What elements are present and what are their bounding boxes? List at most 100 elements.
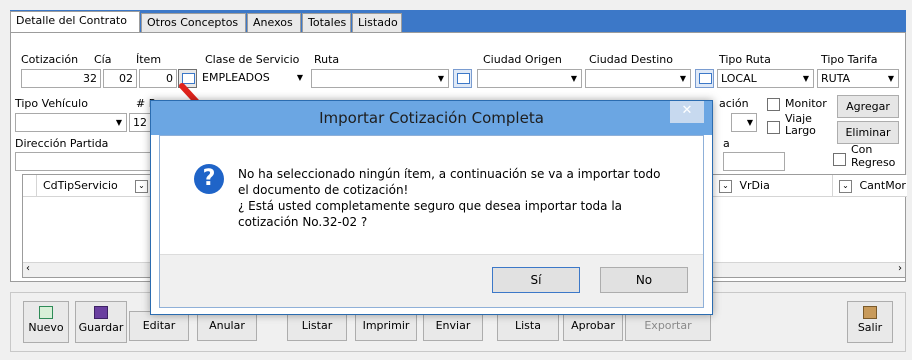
- aprobar-button[interactable]: Aprobar: [563, 311, 623, 341]
- imprimir-button[interactable]: Imprimir: [355, 311, 417, 341]
- exit-door-icon: [863, 306, 877, 319]
- ciudad-destino-picker-icon[interactable]: [695, 69, 714, 88]
- viaje-largo-label: Viaje Largo: [785, 112, 816, 137]
- import-confirmation-dialog: Importar Cotización Completa ✕ ? No ha s…: [150, 100, 713, 315]
- anular-label: Anular: [209, 319, 245, 332]
- lista-button[interactable]: Lista: [497, 311, 559, 341]
- chevron-down-icon: ▼: [437, 74, 444, 83]
- tab-strip: Detalle del Contrato Otros Conceptos Ane…: [10, 10, 906, 33]
- tipo-ruta-select[interactable]: LOCAL ▼: [717, 69, 814, 88]
- imprimir-label: Imprimir: [362, 319, 410, 332]
- chevron-down-icon: ▼: [115, 118, 122, 127]
- scroll-right-icon[interactable]: ›: [898, 263, 902, 274]
- dialog-title: Importar Cotización Completa: [319, 109, 544, 127]
- tab-detalle-contrato[interactable]: Detalle del Contrato: [10, 11, 140, 33]
- item-input[interactable]: 0: [139, 69, 177, 88]
- chevron-down-icon[interactable]: ⌄: [719, 179, 732, 193]
- cia-label: Cía: [94, 53, 112, 66]
- message-line: cotización No.32-02 ?: [238, 215, 368, 229]
- tab-anexos[interactable]: Anexos: [247, 13, 301, 32]
- tipo-ruta-label: Tipo Ruta: [719, 53, 771, 66]
- monitor-label: Monitor: [785, 97, 827, 110]
- ciudad-origen-select[interactable]: ▼: [477, 69, 582, 88]
- editar-label: Editar: [142, 319, 176, 332]
- cotizacion-label: Cotización: [21, 53, 79, 66]
- tab-otros-conceptos[interactable]: Otros Conceptos: [141, 13, 246, 32]
- chevron-down-icon: ▼: [887, 74, 894, 83]
- yes-button[interactable]: Sí: [492, 267, 580, 293]
- message-line: ¿ Está usted completamente seguro que de…: [238, 199, 623, 213]
- dialog-footer: Sí No: [160, 254, 703, 307]
- salir-button[interactable]: Salir: [847, 301, 893, 343]
- aprobar-label: Aprobar: [571, 319, 615, 332]
- programacion-label-partial: ación: [719, 97, 749, 110]
- cia-input[interactable]: 02: [103, 69, 137, 88]
- new-document-icon: [39, 306, 53, 319]
- enviar-label: Enviar: [435, 319, 471, 332]
- save-disk-icon: [94, 306, 108, 319]
- ruta-picker-icon[interactable]: [453, 69, 472, 88]
- field-label-partial: a: [723, 137, 730, 150]
- chevron-down-icon: ▼: [746, 118, 753, 127]
- ciudad-destino-label: Ciudad Destino: [589, 53, 673, 66]
- listar-label: Listar: [301, 319, 333, 332]
- ruta-label: Ruta: [314, 53, 340, 66]
- listar-button[interactable]: Listar: [287, 311, 347, 341]
- lista-label: Lista: [515, 319, 541, 332]
- message-line: No ha seleccionado ningún ítem, a contin…: [238, 167, 661, 181]
- viaje-largo-checkbox[interactable]: [767, 121, 780, 134]
- tipo-tarifa-select[interactable]: RUTA ▼: [817, 69, 899, 88]
- close-icon[interactable]: ✕: [670, 101, 704, 123]
- ruta-select[interactable]: ▼: [311, 69, 449, 88]
- anular-button[interactable]: Anular: [197, 311, 257, 341]
- grid-column-vrdia[interactable]: ⌄ VrDia: [713, 175, 833, 197]
- chevron-down-icon: ▼: [296, 73, 303, 82]
- grid-column-label: VrDia: [739, 179, 770, 192]
- programacion-select[interactable]: ▼: [731, 113, 757, 132]
- con-regreso-checkbox[interactable]: [833, 153, 846, 166]
- guardar-button[interactable]: Guardar: [75, 301, 127, 343]
- chevron-down-icon: ▼: [802, 74, 809, 83]
- scroll-left-icon[interactable]: ‹: [26, 263, 30, 274]
- tipo-ruta-value: LOCAL: [721, 72, 757, 85]
- con-regreso-label: Con Regreso: [851, 143, 896, 169]
- chevron-down-icon[interactable]: ⌄: [135, 180, 148, 193]
- chevron-down-icon: ▼: [570, 74, 577, 83]
- editar-button[interactable]: Editar: [129, 311, 189, 341]
- direccion-partida-input[interactable]: [15, 152, 165, 171]
- grid-column-cdtipservicio[interactable]: CdTipServicio ⌄: [37, 175, 157, 197]
- salir-label: Salir: [857, 321, 883, 334]
- enviar-button[interactable]: Enviar: [423, 311, 483, 341]
- eliminar-button[interactable]: Eliminar: [837, 121, 899, 144]
- ciudad-origen-label: Ciudad Origen: [483, 53, 562, 66]
- item-label: Ítem: [136, 53, 162, 66]
- tab-totales[interactable]: Totales: [302, 13, 351, 32]
- grid-column-label: CantMor: [859, 179, 906, 192]
- tipo-vehiculo-label: Tipo Vehículo: [15, 97, 88, 110]
- tipo-vehiculo-select[interactable]: ▼: [15, 113, 127, 132]
- tipo-tarifa-value: RUTA: [821, 72, 851, 85]
- ciudad-destino-select[interactable]: ▼: [585, 69, 691, 88]
- guardar-label: Guardar: [78, 321, 124, 334]
- dialog-body: ? No ha seleccionado ningún ítem, a cont…: [159, 135, 704, 308]
- monitor-checkbox[interactable]: [767, 98, 780, 111]
- tipo-tarifa-label: Tipo Tarifa: [821, 53, 878, 66]
- nuevo-label: Nuevo: [28, 321, 64, 334]
- exportar-button[interactable]: Exportar: [625, 311, 711, 341]
- message-line: el documento de cotización!: [238, 183, 409, 197]
- exportar-label: Exportar: [644, 319, 692, 332]
- nuevo-button[interactable]: Nuevo: [23, 301, 69, 343]
- question-icon: ?: [194, 164, 224, 194]
- agregar-button[interactable]: Agregar: [837, 95, 899, 118]
- no-button[interactable]: No: [600, 267, 688, 293]
- chevron-down-icon[interactable]: ⌄: [839, 179, 852, 193]
- grid-row-header: [23, 175, 37, 197]
- right-field-input[interactable]: [723, 152, 785, 171]
- cotizacion-input[interactable]: 32: [21, 69, 101, 88]
- grid-column-cantmor[interactable]: ⌄ CantMor: [833, 175, 907, 197]
- tab-listado[interactable]: Listado: [352, 13, 402, 32]
- grid-column-label: CdTipServicio: [43, 179, 118, 192]
- chevron-down-icon: ▼: [679, 74, 686, 83]
- dialog-titlebar: Importar Cotización Completa ✕: [151, 101, 712, 135]
- clase-servicio-label: Clase de Servicio: [205, 53, 300, 66]
